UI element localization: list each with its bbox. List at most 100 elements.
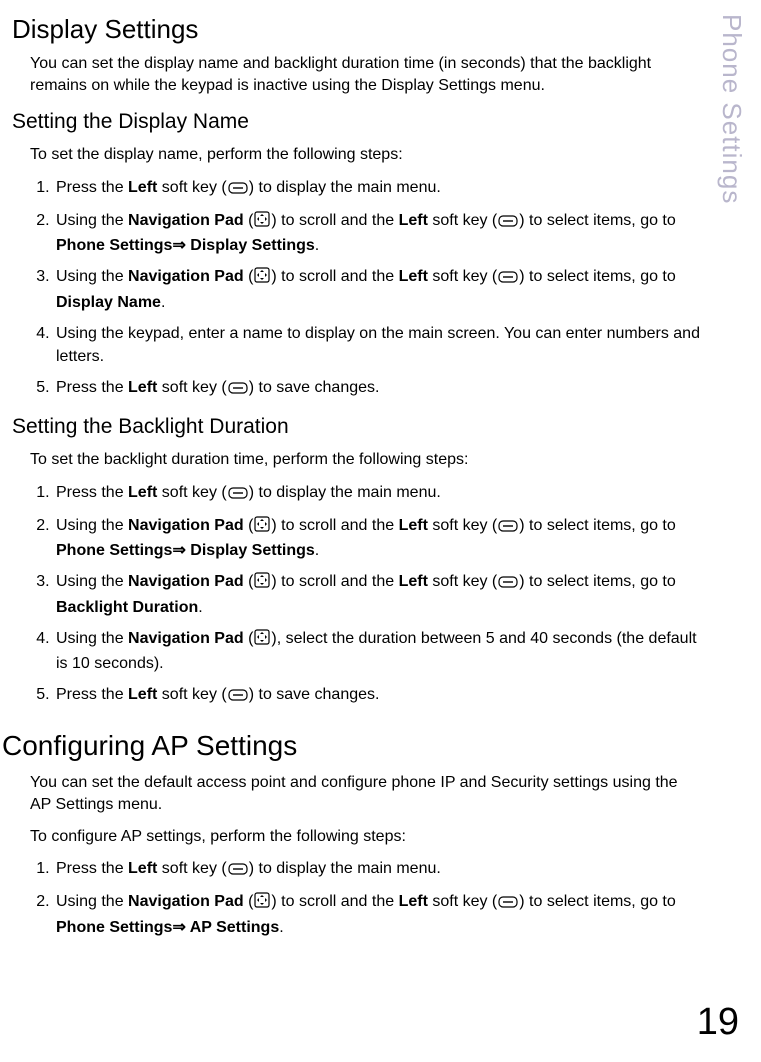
text: ( bbox=[244, 893, 254, 910]
bold: Navigation Pad bbox=[128, 573, 244, 590]
navpad-icon bbox=[254, 629, 270, 652]
intro-set-backlight: To set the backlight duration time, perf… bbox=[30, 449, 701, 471]
intro-set-display-name: To set the display name, perform the fol… bbox=[30, 144, 701, 166]
softkey-icon bbox=[228, 685, 248, 708]
text: Using the bbox=[56, 517, 128, 534]
text: Using the keypad, enter a name to displa… bbox=[56, 325, 700, 365]
bold: Navigation Pad bbox=[128, 630, 244, 647]
text: ) to scroll and the bbox=[271, 517, 398, 534]
text: ) to select items, go to bbox=[519, 268, 676, 285]
text: Using the bbox=[56, 630, 128, 647]
bold: Display Settings bbox=[186, 237, 315, 254]
text: ( bbox=[244, 517, 254, 534]
heading-ap-settings: Configuring AP Settings bbox=[2, 730, 701, 762]
step: Using the Navigation Pad () to scroll an… bbox=[54, 890, 701, 938]
text: Using the bbox=[56, 268, 128, 285]
text: ) to scroll and the bbox=[271, 573, 398, 590]
bold: Left bbox=[399, 573, 428, 590]
text: . bbox=[315, 542, 319, 559]
softkey-icon bbox=[228, 178, 248, 201]
bold: Navigation Pad bbox=[128, 212, 244, 229]
text: soft key ( bbox=[428, 268, 497, 285]
page-number: 19 bbox=[697, 1001, 739, 1044]
bold: Left bbox=[399, 517, 428, 534]
text: ( bbox=[244, 630, 254, 647]
lead-ap-settings: To configure AP settings, perform the fo… bbox=[30, 826, 701, 848]
text: ) to save changes. bbox=[249, 686, 380, 703]
bold: Left bbox=[399, 212, 428, 229]
text: Using the bbox=[56, 212, 128, 229]
bold: Navigation Pad bbox=[128, 517, 244, 534]
text: ( bbox=[244, 268, 254, 285]
text: Using the bbox=[56, 573, 128, 590]
bold: Phone Settings bbox=[56, 542, 172, 559]
bold: Display Name bbox=[56, 294, 161, 311]
text: soft key ( bbox=[428, 212, 497, 229]
heading-set-backlight: Setting the Backlight Duration bbox=[12, 415, 701, 439]
text: Press the bbox=[56, 379, 128, 396]
bold: Phone Settings bbox=[56, 919, 172, 936]
steps-ap-settings: Press the Left soft key ( ) to display th… bbox=[30, 857, 701, 939]
bold: Left bbox=[128, 179, 157, 196]
arrow-icon: ⇒ bbox=[172, 542, 185, 559]
text: Press the bbox=[56, 686, 128, 703]
text: . bbox=[161, 294, 165, 311]
text: Press the bbox=[56, 179, 128, 196]
heading-display-settings: Display Settings bbox=[12, 14, 701, 45]
text: ) to display the main menu. bbox=[249, 860, 441, 877]
bold: Left bbox=[128, 686, 157, 703]
text: soft key ( bbox=[428, 573, 497, 590]
softkey-icon bbox=[228, 378, 248, 401]
intro-display-settings: You can set the display name and backlig… bbox=[30, 53, 701, 96]
bold: Left bbox=[128, 379, 157, 396]
bold: Backlight Duration bbox=[56, 599, 198, 616]
text: soft key ( bbox=[157, 484, 226, 501]
text: . bbox=[198, 599, 202, 616]
softkey-icon bbox=[228, 859, 248, 882]
arrow-icon: ⇒ bbox=[172, 919, 185, 936]
text: soft key ( bbox=[157, 686, 226, 703]
text: soft key ( bbox=[428, 517, 497, 534]
text: ) to scroll and the bbox=[271, 268, 398, 285]
bold: Display Settings bbox=[186, 542, 315, 559]
bold: Left bbox=[399, 893, 428, 910]
text: soft key ( bbox=[157, 179, 226, 196]
softkey-icon bbox=[498, 211, 518, 234]
softkey-icon bbox=[498, 572, 518, 595]
text: soft key ( bbox=[157, 379, 226, 396]
softkey-icon bbox=[228, 483, 248, 506]
step: Using the Navigation Pad ( ) to scroll an… bbox=[54, 514, 701, 562]
text: Press the bbox=[56, 860, 128, 877]
softkey-icon bbox=[498, 516, 518, 539]
bold: Left bbox=[128, 484, 157, 501]
navpad-icon bbox=[254, 267, 270, 290]
page: Phone Settings Display Settings You can … bbox=[0, 0, 761, 1062]
step: Using the Navigation Pad ( ) to scroll an… bbox=[54, 570, 701, 618]
step: Press the Left soft key ( ) to save chang… bbox=[54, 376, 701, 401]
text: ) to display the main menu. bbox=[249, 484, 441, 501]
text: Press the bbox=[56, 484, 128, 501]
step: Press the Left soft key ( ) to display th… bbox=[54, 857, 701, 882]
text: ( bbox=[244, 573, 254, 590]
softkey-icon bbox=[498, 892, 518, 915]
text: soft key ( bbox=[157, 860, 226, 877]
steps-set-display-name: Press the Left soft key ( ) to display th… bbox=[30, 176, 701, 402]
step: Using the keypad, enter a name to displa… bbox=[54, 322, 701, 368]
softkey-icon bbox=[498, 267, 518, 290]
step: Press the Left soft key ( ) to display th… bbox=[54, 481, 701, 506]
intro-ap-settings: You can set the default access point and… bbox=[30, 772, 701, 815]
navpad-icon bbox=[254, 516, 270, 539]
step: Press the Left soft key ( ) to save chang… bbox=[54, 683, 701, 708]
step: Using the Navigation Pad () to scroll an… bbox=[54, 209, 701, 257]
text: ) to select items, go to bbox=[519, 893, 676, 910]
step: Using the Navigation Pad () to scroll an… bbox=[54, 265, 701, 313]
text: ) to display the main menu. bbox=[249, 179, 441, 196]
arrow-icon: ⇒ bbox=[172, 237, 185, 254]
text: . bbox=[279, 919, 283, 936]
text: ) to select items, go to bbox=[519, 517, 676, 534]
heading-set-display-name: Setting the Display Name bbox=[12, 110, 701, 134]
text: ) to save changes. bbox=[249, 379, 380, 396]
text: ) to scroll and the bbox=[271, 212, 398, 229]
bold: Left bbox=[128, 860, 157, 877]
navpad-icon bbox=[254, 892, 270, 915]
